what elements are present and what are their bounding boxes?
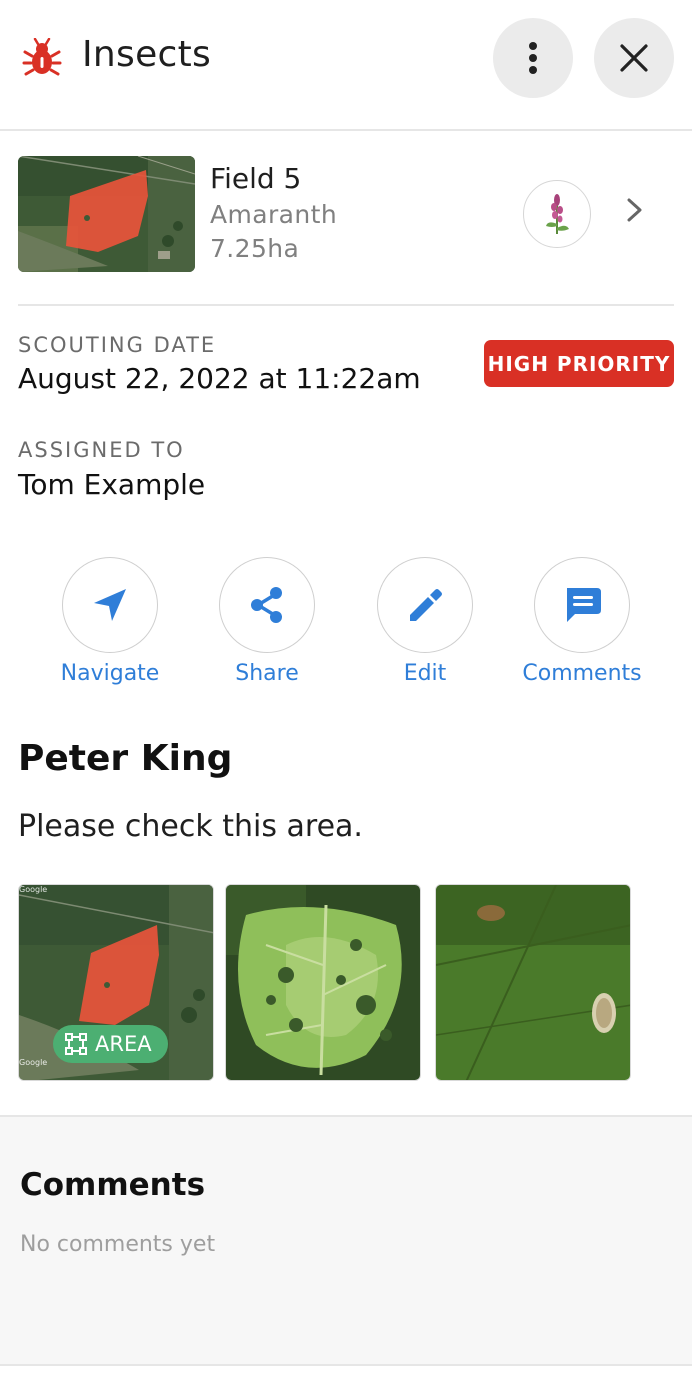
chevron-right-icon[interactable] (618, 194, 650, 226)
edit-circle[interactable] (377, 557, 473, 653)
area-badge: AREA (53, 1025, 168, 1063)
field-name: Field 5 (210, 162, 302, 195)
scouting-date-label: SCOUTING DATE (18, 333, 217, 357)
close-icon (620, 44, 648, 72)
page-title: Insects (82, 34, 212, 75)
bug-icon (22, 38, 62, 76)
priority-badge: HIGH PRIORITY (484, 340, 674, 387)
field-map-thumbnail (18, 156, 195, 272)
edit-label: Edit (403, 661, 447, 686)
scouting-date-value: August 22, 2022 at 11:22am (18, 362, 421, 395)
amaranth-plant-icon (546, 194, 569, 234)
more-options-button[interactable] (493, 18, 573, 98)
comments-section: Comments No comments yet (0, 1115, 692, 1366)
comments-circle[interactable] (534, 557, 630, 653)
navigation-arrow-icon (94, 589, 126, 621)
comment-icon (567, 588, 601, 622)
area-select-icon (65, 1033, 87, 1055)
navigate-label: Navigate (60, 661, 160, 686)
comments-button[interactable]: Comments (506, 557, 656, 692)
map-credit-top: Google (19, 885, 48, 894)
field-crop: Amaranth (210, 200, 338, 229)
share-label: Share (235, 661, 299, 686)
header: Insects (0, 0, 692, 131)
share-icon (251, 587, 282, 623)
field-area: 7.25ha (210, 234, 300, 263)
share-button[interactable]: Share (191, 557, 341, 692)
crop-badge (523, 180, 591, 248)
photo-area-map[interactable]: Google Google AREA (18, 884, 214, 1081)
close-button[interactable] (594, 18, 674, 98)
photo-insect-on-leaf[interactable] (435, 884, 631, 1081)
area-badge-label: AREA (95, 1032, 152, 1056)
more-vertical-icon (529, 42, 537, 74)
navigate-circle[interactable] (62, 557, 158, 653)
navigate-button[interactable]: Navigate (34, 557, 184, 692)
note-text: Please check this area. (18, 809, 363, 844)
comments-empty-text: No comments yet (20, 1232, 216, 1257)
photo-leaf-damage[interactable] (225, 884, 421, 1081)
assigned-to-label: ASSIGNED TO (18, 438, 185, 462)
share-circle[interactable] (219, 557, 315, 653)
comments-title: Comments (20, 1167, 206, 1203)
note-author: Peter King (18, 738, 233, 779)
field-row[interactable]: Field 5 Amaranth 7.25ha (18, 156, 674, 273)
pencil-icon (410, 589, 442, 621)
divider (18, 304, 674, 306)
assigned-to-value: Tom Example (18, 468, 206, 501)
comments-label: Comments (522, 661, 642, 686)
edit-button[interactable]: Edit (349, 557, 499, 692)
